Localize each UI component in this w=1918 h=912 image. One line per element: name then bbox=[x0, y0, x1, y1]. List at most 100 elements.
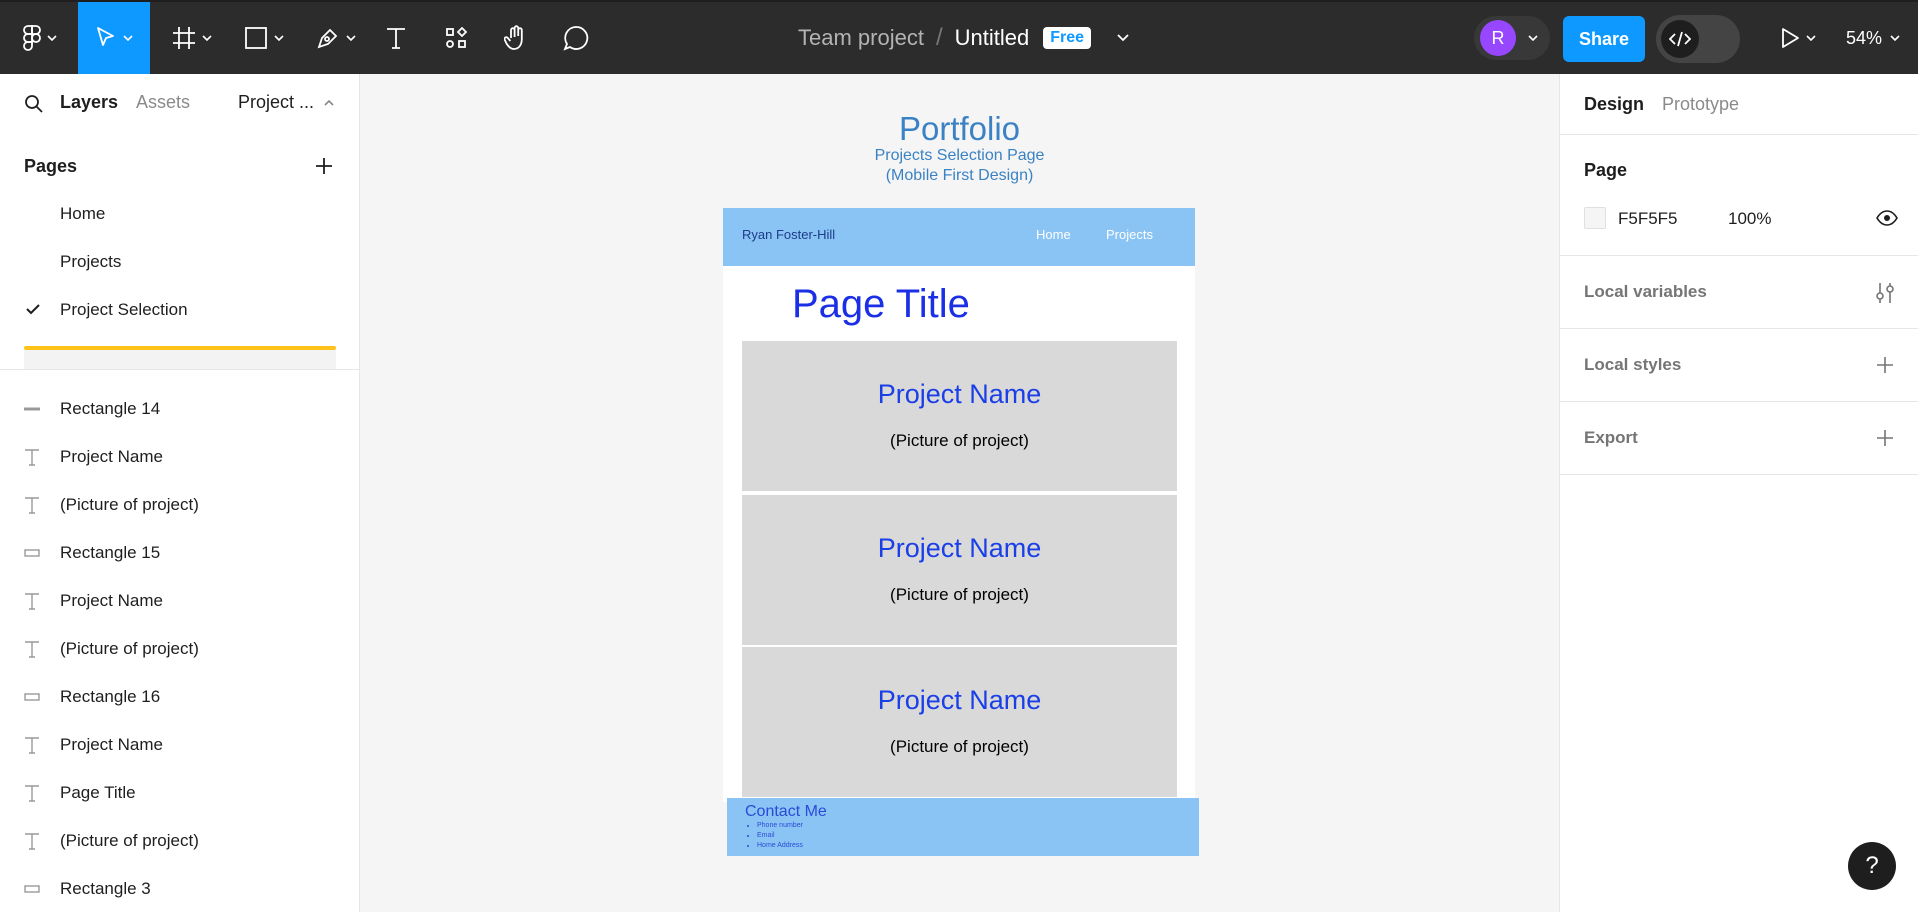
present-button[interactable] bbox=[1770, 2, 1826, 74]
main-menu-button[interactable] bbox=[14, 2, 66, 74]
layer-row[interactable]: Rectangle 3 bbox=[0, 865, 359, 912]
tab-prototype[interactable]: Prototype bbox=[1662, 94, 1739, 115]
contact-list: Phone number Email Home Address bbox=[741, 821, 803, 851]
canvas-subheading[interactable]: (Mobile First Design) bbox=[360, 167, 1559, 185]
toolbar: Team project / Untitled Free R Share 54% bbox=[0, 0, 1918, 74]
layer-row[interactable]: Project Name bbox=[0, 577, 359, 625]
chevron-up-icon[interactable] bbox=[324, 100, 334, 106]
figma-logo-icon bbox=[23, 25, 41, 51]
nav-link-projects[interactable]: Projects bbox=[1106, 227, 1153, 242]
canvas[interactable]: Portfolio Projects Selection Page (Mobil… bbox=[360, 74, 1559, 912]
contact-title[interactable]: Contact Me bbox=[745, 803, 827, 821]
chevron-down-icon bbox=[47, 35, 57, 41]
layer-row[interactable]: Page Title bbox=[0, 769, 359, 817]
canvas-subheading[interactable]: Projects Selection Page bbox=[360, 147, 1559, 165]
file-name[interactable]: Untitled bbox=[955, 25, 1030, 51]
contact-footer[interactable]: Contact Me Phone number Email Home Addre… bbox=[727, 798, 1199, 856]
move-tool-button[interactable] bbox=[78, 2, 150, 74]
eye-icon[interactable] bbox=[1876, 210, 1898, 226]
zoom-menu[interactable]: 54% bbox=[1846, 2, 1900, 74]
tab-layers[interactable]: Layers bbox=[60, 92, 118, 113]
frame-tool-button[interactable] bbox=[164, 2, 220, 74]
design-frame[interactable]: Ryan Foster-Hill Home Projects Page Titl… bbox=[723, 208, 1195, 802]
chevron-down-icon bbox=[123, 35, 133, 41]
page-switcher[interactable]: Project ... bbox=[238, 92, 314, 113]
text-layer-icon bbox=[24, 832, 60, 850]
contact-item: Email bbox=[757, 831, 803, 841]
panel-divider bbox=[1560, 328, 1918, 329]
panel-divider bbox=[1560, 474, 1918, 475]
canvas-heading[interactable]: Portfolio bbox=[360, 110, 1559, 148]
page-opacity-value[interactable]: 100% bbox=[1728, 209, 1771, 229]
layer-row[interactable]: Rectangle 16 bbox=[0, 673, 359, 721]
layer-name: Rectangle 16 bbox=[60, 687, 161, 706]
hand-tool-button[interactable] bbox=[494, 2, 538, 74]
add-page-icon[interactable] bbox=[312, 154, 336, 178]
project-card[interactable]: Project Name (Picture of project) bbox=[742, 341, 1177, 491]
page-item-home[interactable]: Home bbox=[60, 204, 105, 224]
variables-icon[interactable] bbox=[1874, 281, 1896, 305]
team-name[interactable]: Team project bbox=[798, 25, 924, 51]
rectangle-layer-icon bbox=[24, 548, 60, 558]
frame-icon bbox=[173, 27, 195, 49]
dev-mode-toggle[interactable] bbox=[1656, 15, 1740, 63]
project-picture-placeholder[interactable]: (Picture of project) bbox=[742, 585, 1177, 605]
project-name[interactable]: Project Name bbox=[742, 379, 1177, 410]
project-card[interactable]: Project Name (Picture of project) bbox=[742, 495, 1177, 645]
text-layer-icon bbox=[24, 592, 60, 610]
page-item-project-selection[interactable]: Project Selection bbox=[60, 300, 188, 320]
chevron-down-icon bbox=[346, 35, 356, 41]
text-tool-button[interactable] bbox=[376, 2, 416, 74]
nav-link-home[interactable]: Home bbox=[1036, 227, 1071, 242]
add-export-icon[interactable] bbox=[1875, 428, 1895, 448]
layer-row[interactable]: Project Name bbox=[0, 721, 359, 769]
multiplayer-menu[interactable]: R bbox=[1474, 16, 1550, 60]
pen-tool-button[interactable] bbox=[308, 2, 364, 74]
layer-row[interactable]: Rectangle 15 bbox=[0, 529, 359, 577]
project-card[interactable]: Project Name (Picture of project) bbox=[742, 647, 1177, 797]
frame-header[interactable]: Ryan Foster-Hill Home Projects bbox=[723, 208, 1195, 266]
project-name[interactable]: Project Name bbox=[742, 533, 1177, 564]
page-color-value[interactable]: F5F5F5 bbox=[1618, 209, 1678, 229]
comment-tool-button[interactable] bbox=[554, 2, 598, 74]
help-button[interactable]: ? bbox=[1848, 842, 1896, 890]
components-icon bbox=[446, 26, 468, 48]
site-name[interactable]: Ryan Foster-Hill bbox=[742, 227, 835, 242]
project-picture-placeholder[interactable]: (Picture of project) bbox=[742, 431, 1177, 451]
search-icon[interactable] bbox=[24, 94, 44, 114]
shape-tool-button[interactable] bbox=[236, 2, 292, 74]
local-variables-heading[interactable]: Local variables bbox=[1584, 282, 1707, 302]
line-icon bbox=[24, 407, 60, 411]
project-picture-placeholder[interactable]: (Picture of project) bbox=[742, 737, 1177, 757]
pages-heading: Pages bbox=[24, 156, 78, 176]
play-icon bbox=[1782, 28, 1799, 48]
add-style-icon[interactable] bbox=[1875, 355, 1895, 375]
check-icon bbox=[26, 304, 40, 315]
plan-badge[interactable]: Free bbox=[1043, 27, 1092, 49]
layer-name: Rectangle 15 bbox=[60, 543, 161, 562]
layer-row[interactable]: Rectangle 14 bbox=[0, 385, 359, 433]
share-button[interactable]: Share bbox=[1563, 16, 1645, 62]
export-heading[interactable]: Export bbox=[1584, 428, 1638, 448]
layer-row[interactable]: (Picture of project) bbox=[0, 481, 359, 529]
resources-button[interactable] bbox=[436, 2, 476, 74]
avatar[interactable]: R bbox=[1480, 20, 1516, 56]
layer-row[interactable]: (Picture of project) bbox=[0, 817, 359, 865]
page-color-swatch[interactable] bbox=[1584, 207, 1606, 229]
breadcrumb-separator: / bbox=[935, 24, 943, 51]
right-panel: Design Prototype Page F5F5F5 100% Local … bbox=[1559, 74, 1918, 912]
project-name[interactable]: Project Name bbox=[742, 685, 1177, 716]
tab-assets[interactable]: Assets bbox=[136, 92, 190, 113]
frame-page-title[interactable]: Page Title bbox=[792, 282, 970, 327]
chevron-down-icon bbox=[1806, 35, 1816, 41]
text-icon bbox=[387, 28, 405, 49]
file-menu-chevron-icon[interactable] bbox=[1117, 34, 1129, 42]
layer-row[interactable]: (Picture of project) bbox=[0, 625, 359, 673]
chevron-down-icon bbox=[1890, 35, 1900, 41]
layer-row[interactable]: Project Name bbox=[0, 433, 359, 481]
page-item-projects[interactable]: Projects bbox=[60, 252, 121, 272]
text-layer-icon bbox=[24, 784, 60, 802]
tab-design[interactable]: Design bbox=[1584, 94, 1644, 115]
local-styles-heading[interactable]: Local styles bbox=[1584, 355, 1681, 375]
comment-icon bbox=[563, 26, 589, 51]
